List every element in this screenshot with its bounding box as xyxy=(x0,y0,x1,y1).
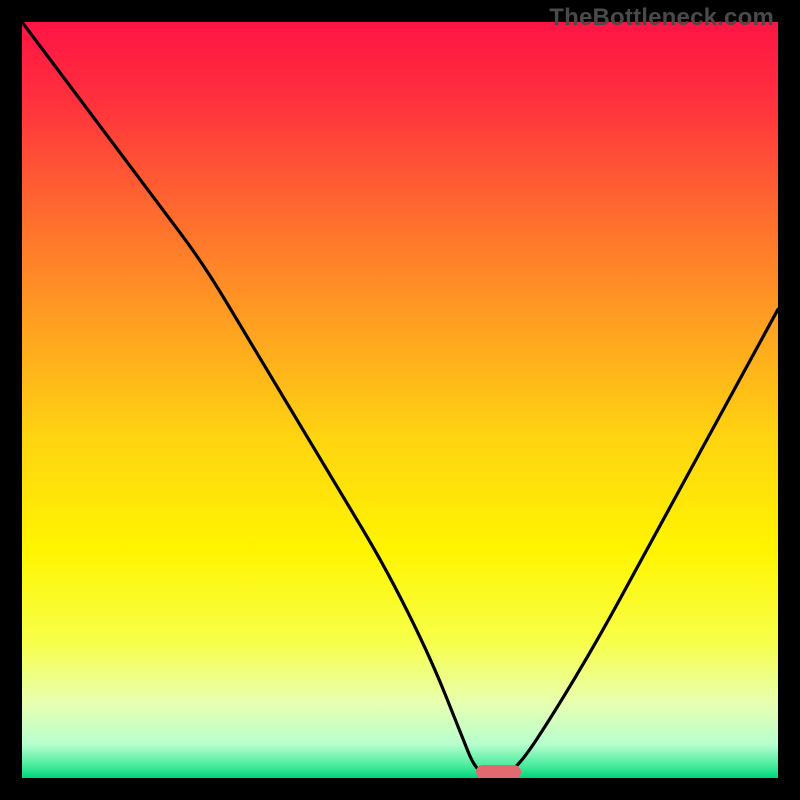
optimal-marker xyxy=(476,765,521,778)
chart-frame: TheBottleneck.com xyxy=(0,0,800,800)
watermark-text: TheBottleneck.com xyxy=(549,4,774,32)
bottleneck-curve xyxy=(22,22,778,778)
plot-area xyxy=(22,22,778,778)
